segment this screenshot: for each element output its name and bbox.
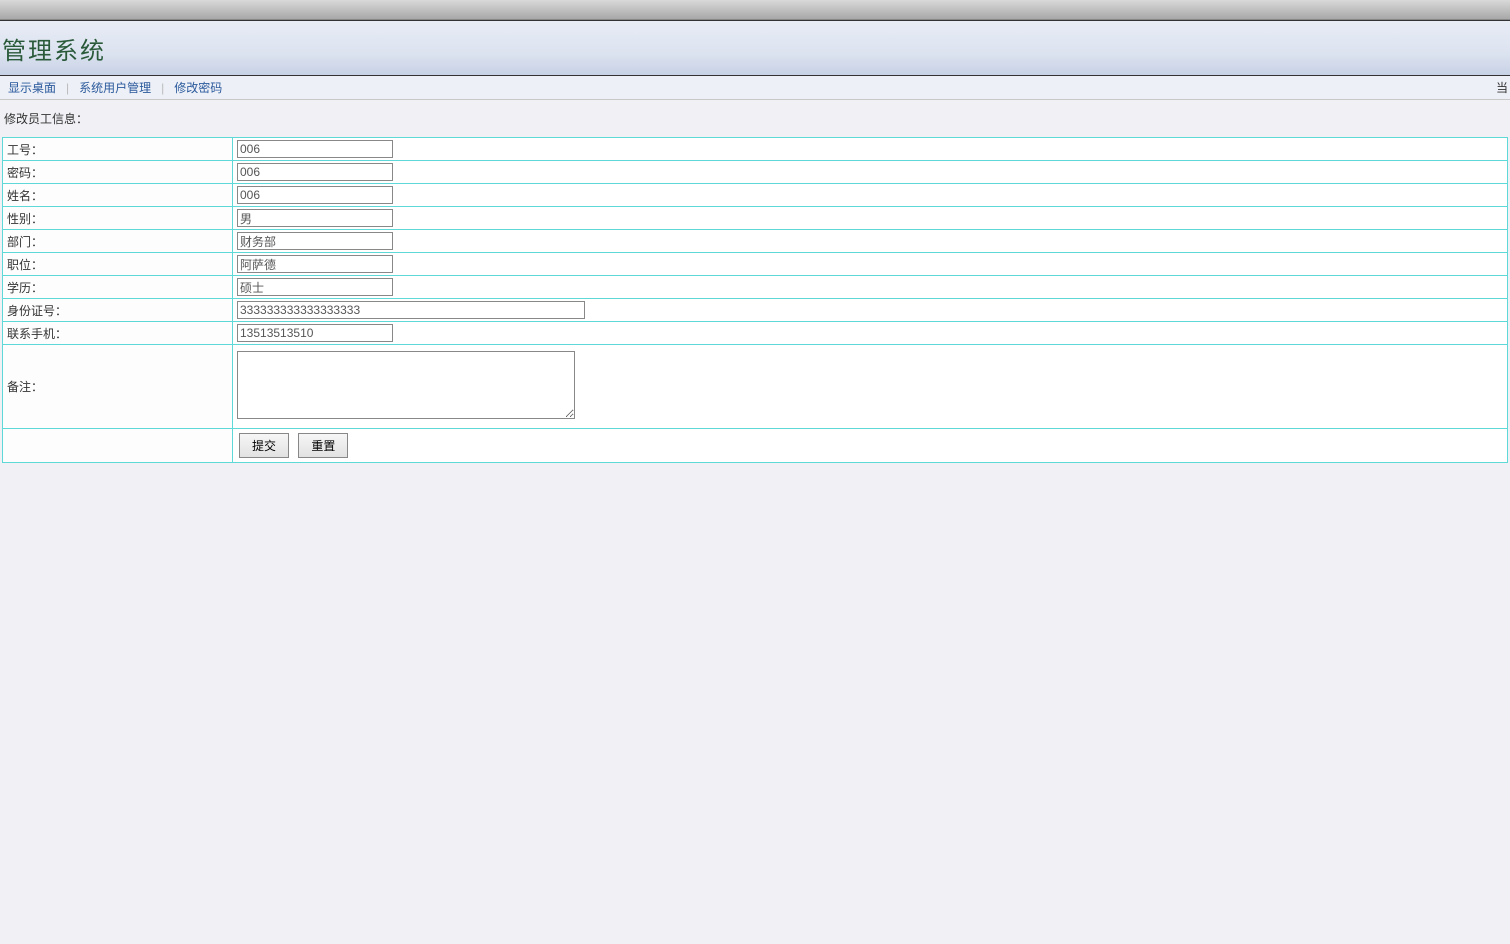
label-password: 密码：	[3, 161, 233, 184]
form-title: 修改员工信息：	[2, 110, 1508, 127]
label-id-number: 身份证号：	[3, 299, 233, 322]
input-employee-id[interactable]	[237, 140, 393, 158]
row-employee-id: 工号：	[3, 138, 1508, 161]
row-name: 姓名：	[3, 184, 1508, 207]
textarea-remark[interactable]	[237, 351, 575, 419]
label-buttons-empty	[3, 429, 233, 463]
label-education: 学历：	[3, 276, 233, 299]
label-position: 职位：	[3, 253, 233, 276]
label-name: 姓名：	[3, 184, 233, 207]
label-remark: 备注：	[3, 345, 233, 429]
header: 管理系统	[0, 20, 1510, 76]
nav-bar: 显示桌面 | 系统用户管理 | 修改密码 当	[0, 76, 1510, 100]
row-buttons: 提交 重置	[3, 429, 1508, 463]
row-department: 部门：	[3, 230, 1508, 253]
nav-user-mgmt[interactable]: 系统用户管理	[75, 79, 155, 96]
nav-separator: |	[161, 81, 164, 95]
window-titlebar	[0, 0, 1510, 20]
row-position: 职位：	[3, 253, 1508, 276]
app-title: 管理系统	[0, 31, 106, 66]
row-password: 密码：	[3, 161, 1508, 184]
label-employee-id: 工号：	[3, 138, 233, 161]
label-department: 部门：	[3, 230, 233, 253]
row-id-number: 身份证号：	[3, 299, 1508, 322]
nav-separator: |	[66, 81, 69, 95]
nav-change-password[interactable]: 修改密码	[170, 79, 226, 96]
nav-show-desktop[interactable]: 显示桌面	[4, 79, 60, 96]
input-position[interactable]	[237, 255, 393, 273]
nav-right-text: 当	[1496, 79, 1508, 96]
input-phone[interactable]	[237, 324, 393, 342]
input-id-number[interactable]	[237, 301, 585, 319]
input-name[interactable]	[237, 186, 393, 204]
row-phone: 联系手机：	[3, 322, 1508, 345]
row-remark: 备注：	[3, 345, 1508, 429]
input-gender[interactable]	[237, 209, 393, 227]
label-phone: 联系手机：	[3, 322, 233, 345]
row-education: 学历：	[3, 276, 1508, 299]
content-area: 修改员工信息： 工号： 密码： 姓名： 性别： 部门： 职位： 学历：	[0, 100, 1510, 465]
input-password[interactable]	[237, 163, 393, 181]
submit-button[interactable]: 提交	[239, 433, 289, 458]
row-gender: 性别：	[3, 207, 1508, 230]
label-gender: 性别：	[3, 207, 233, 230]
reset-button[interactable]: 重置	[298, 433, 348, 458]
input-department[interactable]	[237, 232, 393, 250]
employee-form-table: 工号： 密码： 姓名： 性别： 部门： 职位： 学历： 身份证号：	[2, 137, 1508, 463]
input-education[interactable]	[237, 278, 393, 296]
